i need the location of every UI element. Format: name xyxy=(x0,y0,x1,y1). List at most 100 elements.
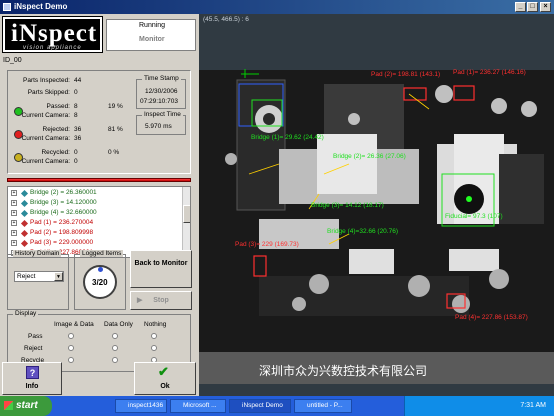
expand-icon[interactable]: + xyxy=(11,200,17,206)
logged-items-dial: 3/20 xyxy=(83,265,117,299)
ok-button[interactable]: ✔ Ok xyxy=(134,362,196,395)
inspect-logo: iNspect vision appliance xyxy=(2,16,103,53)
time-stamp-time: 07:29:10:703 xyxy=(140,98,178,105)
measure-icon xyxy=(20,189,29,198)
time-stamp-group: Time Stamp 12/30/2006 07:29:10:703 xyxy=(136,75,186,109)
rejected-label: Rejected: xyxy=(42,126,70,133)
expand-icon[interactable]: + xyxy=(11,240,17,246)
radio-reject-image[interactable] xyxy=(68,345,74,351)
rejected-camera-value: 36 xyxy=(74,135,82,142)
display-row-label: Pass xyxy=(28,333,43,340)
chevron-down-icon[interactable]: ▼ xyxy=(54,272,63,281)
tree-item[interactable]: Bridge (3) = 14.120000 xyxy=(30,199,97,206)
logged-items-group: Logged Items 3/20 xyxy=(74,250,126,310)
measure-icon xyxy=(20,239,29,248)
expand-icon[interactable]: + xyxy=(11,190,17,196)
rejected-camera-label: Current Camera: xyxy=(21,135,70,142)
window-titlebar: iNspect Demo _ □ × xyxy=(0,0,554,14)
tree-item[interactable]: Bridge (2) = 26.360001 xyxy=(30,189,97,196)
reject-status-bar xyxy=(7,178,191,182)
history-domain-select[interactable]: Reject ▼ xyxy=(14,271,64,282)
recycled-label: Recycled: xyxy=(41,149,70,156)
run-status-box: Running Monitor xyxy=(106,19,196,51)
taskbar-item[interactable]: untitled - P... xyxy=(294,399,352,413)
logo-brand: iNspect xyxy=(11,20,98,47)
counters-panel: Parts Inspected: 44 Parts Skipped: 0 Pas… xyxy=(7,70,191,174)
radio-pass-data[interactable] xyxy=(112,333,118,339)
taskbar-item[interactable]: inspect1436 xyxy=(115,399,167,413)
taskbar-item[interactable]: Microsoft ... xyxy=(170,399,226,413)
passed-percent: 19 % xyxy=(108,103,123,110)
measure-icon xyxy=(20,219,29,228)
inspect-time-value: 5.970 ms xyxy=(145,123,172,130)
tree-item[interactable]: Pad (1) = 236.270004 xyxy=(30,219,93,226)
radio-reject-nothing[interactable] xyxy=(151,345,157,351)
close-button[interactable]: × xyxy=(540,2,551,12)
stop-label: Stop xyxy=(153,297,169,304)
radio-recycle-data[interactable] xyxy=(112,357,118,363)
taskbar: start inspect1436 Microsoft ... iNspect … xyxy=(0,396,554,416)
app-icon xyxy=(3,3,11,11)
info-button[interactable]: ? Info xyxy=(2,362,62,395)
inspection-image-viewer[interactable]: (45.5, 466.5) : 6 Pad (2)= 198.81 (143.1… xyxy=(199,14,554,396)
radio-recycle-image[interactable] xyxy=(68,357,74,363)
radio-reject-data[interactable] xyxy=(112,345,118,351)
bridge-2-label: Bridge (2)= 26.36 (27.06) xyxy=(333,153,406,160)
pad-4-label: Pad (4)= 227.86 (153.87) xyxy=(455,314,528,321)
bridge-4-label: Bridge (4)=32.66 (20.76) xyxy=(327,228,399,235)
tree-scrollbar[interactable] xyxy=(182,187,190,257)
expand-icon[interactable]: + xyxy=(11,220,17,226)
history-domain-group: History Domain Reject ▼ xyxy=(7,250,69,310)
time-stamp-title: Time Stamp xyxy=(142,75,181,82)
tree-item[interactable]: Bridge (4) = 32.660000 xyxy=(30,209,97,216)
start-label: start xyxy=(16,400,38,411)
logo-tagline: vision appliance xyxy=(23,45,82,51)
display-col-header: Nothing xyxy=(144,321,167,328)
maximize-button[interactable]: □ xyxy=(527,2,538,12)
window-title: iNspect Demo xyxy=(14,2,68,11)
expand-icon[interactable]: + xyxy=(11,210,17,216)
info-label: Info xyxy=(25,383,39,390)
back-to-monitor-button[interactable]: Back to Monitor xyxy=(130,250,192,288)
inspect-time-title: Inspect Time xyxy=(142,111,183,118)
passed-camera-value: 8 xyxy=(74,112,78,119)
measurement-tree[interactable]: + Bridge (2) = 26.360001 + Bridge (3) = … xyxy=(7,186,191,258)
parts-skipped-label: Parts Skipped: xyxy=(27,89,70,96)
scroll-thumb[interactable] xyxy=(183,205,190,223)
stop-button[interactable]: ▶ Stop xyxy=(130,291,192,310)
rejected-percent: 81 % xyxy=(108,126,123,133)
help-icon: ? xyxy=(26,366,39,379)
recycled-camera-value: 0 xyxy=(74,158,78,165)
history-domain-title: History Domain xyxy=(13,250,62,257)
ok-label: Ok xyxy=(160,383,170,390)
checkmark-icon: ✔ xyxy=(158,364,169,379)
control-panel: iNspect vision appliance Running Monitor… xyxy=(0,14,199,396)
radio-pass-nothing[interactable] xyxy=(151,333,157,339)
dial-marker-icon xyxy=(98,267,103,272)
passed-value: 8 xyxy=(74,103,78,110)
recycled-percent: 0 % xyxy=(108,149,120,156)
tree-item[interactable]: Pad (3) = 229.000000 xyxy=(30,239,93,246)
bridge-3-label: Bridge (3)= 14.12 (18.17) xyxy=(311,202,384,209)
minimize-button[interactable]: _ xyxy=(515,2,526,12)
back-to-monitor-label: Back to Monitor xyxy=(134,260,188,267)
display-title: Display xyxy=(13,310,39,317)
display-row-label: Reject xyxy=(24,345,43,352)
expand-icon[interactable]: + xyxy=(11,230,17,236)
passed-camera-label: Current Camera: xyxy=(21,112,70,119)
parts-skipped-value: 0 xyxy=(74,89,78,96)
measure-icon xyxy=(20,199,29,208)
parts-inspected-value: 44 xyxy=(74,77,82,84)
camera-id: ID_00 xyxy=(3,57,22,64)
start-button[interactable]: start xyxy=(0,396,52,416)
run-mode: Monitor xyxy=(139,36,165,43)
tree-item[interactable]: Pad (2) = 198.809998 xyxy=(30,229,93,236)
taskbar-item-active[interactable]: iNspect Demo xyxy=(229,399,291,413)
company-watermark: 深圳市众为兴数控技术有限公司 xyxy=(259,364,428,378)
logged-items-value: 3/20 xyxy=(92,278,108,287)
play-icon: ▶ xyxy=(137,297,143,304)
time-stamp-date: 12/30/2006 xyxy=(145,88,178,95)
parts-inspected-label: Parts Inspected: xyxy=(23,77,70,84)
radio-pass-image[interactable] xyxy=(68,333,74,339)
logged-items-title: Logged Items xyxy=(80,250,124,257)
